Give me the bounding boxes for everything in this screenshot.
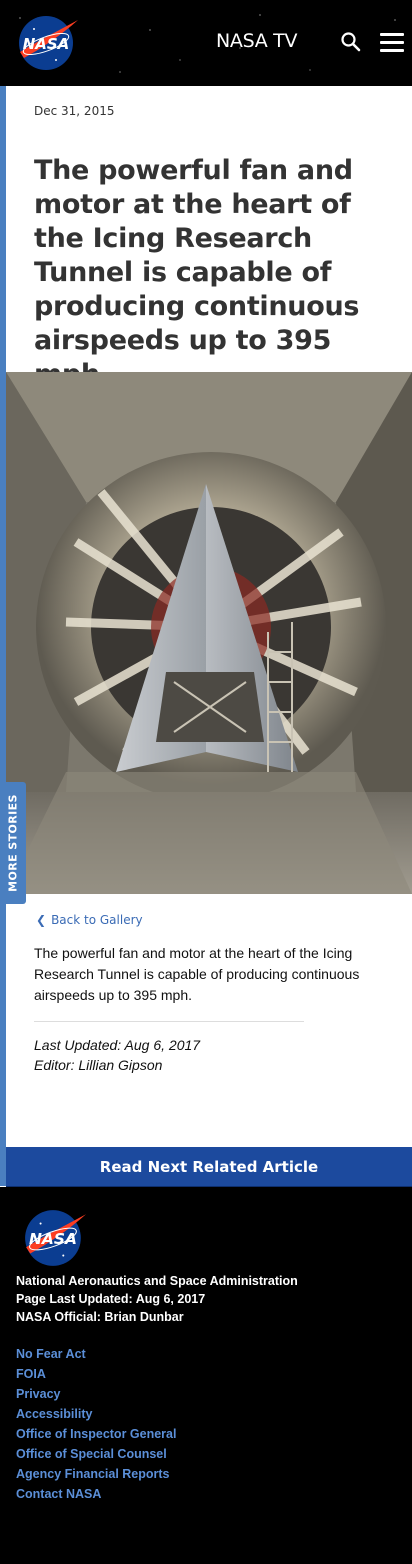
agency-name: National Aeronautics and Space Administr… (16, 1274, 298, 1288)
footer-link-privacy[interactable]: Privacy (16, 1384, 176, 1404)
footer-agency-info: National Aeronautics and Space Administr… (16, 1272, 298, 1326)
search-icon[interactable] (340, 31, 362, 53)
svg-text:NASA: NASA (23, 35, 70, 53)
nasa-official: NASA Official: Brian Dunbar (16, 1310, 184, 1324)
read-next-article-button[interactable]: Read Next Related Article (6, 1147, 412, 1187)
footer-link-accessibility[interactable]: Accessibility (16, 1404, 176, 1424)
more-stories-label: MORE STORIES (6, 794, 20, 892)
more-stories-tab[interactable]: MORE STORIES (0, 782, 26, 904)
back-link-label: Back to Gallery (51, 913, 143, 927)
nasa-logo[interactable]: NASA (16, 14, 78, 72)
chevron-left-icon: ❮ (36, 913, 47, 927)
svg-text:NASA: NASA (29, 1230, 77, 1248)
footer-link-special-counsel[interactable]: Office of Special Counsel (16, 1444, 176, 1464)
footer-link-contact-nasa[interactable]: Contact NASA (16, 1484, 176, 1504)
footer-nasa-logo[interactable]: NASA (22, 1208, 86, 1268)
article-title: The powerful fan and motor at the heart … (34, 155, 360, 390)
footer-link-foia[interactable]: FOIA (16, 1364, 176, 1384)
hamburger-menu-icon[interactable] (380, 33, 404, 53)
footer-link-no-fear-act[interactable]: No Fear Act (16, 1344, 176, 1364)
page-last-updated: Page Last Updated: Aug 6, 2017 (16, 1292, 206, 1306)
site-header: NASA NASA TV (0, 0, 412, 86)
footer-links: No Fear Act FOIA Privacy Accessibility O… (16, 1344, 176, 1504)
divider (34, 1021, 304, 1022)
tunnel-fan-photo (6, 372, 412, 894)
footer-link-inspector-general[interactable]: Office of Inspector General (16, 1424, 176, 1444)
nasa-tv-link[interactable]: NASA TV (216, 30, 297, 52)
footer-link-financial-reports[interactable]: Agency Financial Reports (16, 1464, 176, 1484)
editor-credit: Editor: Lillian Gipson (34, 1057, 163, 1073)
last-updated: Last Updated: Aug 6, 2017 (34, 1037, 201, 1053)
article-date: Dec 31, 2015 (34, 104, 115, 118)
image-caption: The powerful fan and motor at the heart … (34, 945, 360, 1003)
back-to-gallery-link[interactable]: ❮ Back to Gallery (36, 913, 143, 927)
